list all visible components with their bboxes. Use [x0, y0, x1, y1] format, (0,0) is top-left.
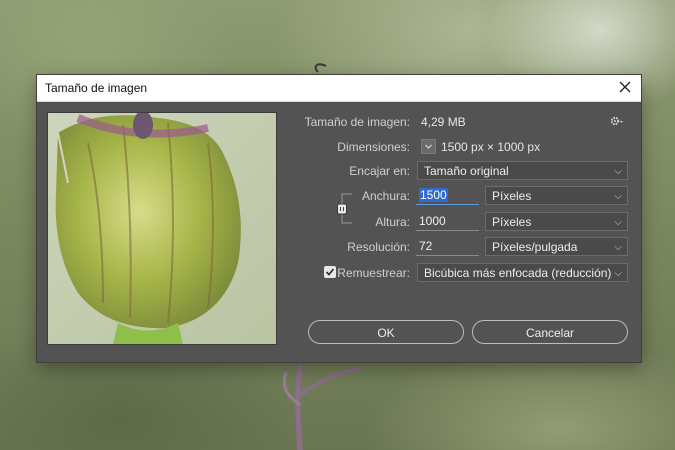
gear-icon[interactable] — [610, 115, 624, 127]
width-unit-select[interactable]: Píxeles ⌵ — [485, 186, 628, 205]
close-icon[interactable] — [617, 79, 633, 95]
chevron-down-icon: ⌵ — [614, 191, 622, 202]
image-size-label: Tamaño de imagen: — [304, 115, 410, 129]
dialog-titlebar: Tamaño de imagen — [37, 75, 641, 102]
height-input[interactable]: 1000 — [416, 212, 479, 231]
image-size-value: 4,29 MB — [421, 115, 466, 129]
height-unit-select[interactable]: Píxeles ⌵ — [485, 212, 628, 231]
resample-label: Remuestrear: — [337, 266, 410, 280]
resample-value: Bicúbica más enfocada (reducción) — [424, 266, 612, 280]
chevron-down-icon: ⌵ — [614, 166, 622, 177]
chain-link-icon[interactable] — [336, 192, 356, 226]
resolution-unit-value: Píxeles/pulgada — [492, 240, 578, 254]
flower-bud-image — [48, 113, 276, 344]
dialog-title: Tamaño de imagen — [45, 81, 148, 95]
width-unit-value: Píxeles — [492, 189, 532, 203]
resample-checkbox[interactable] — [324, 266, 336, 278]
resolution-value: 72 — [419, 239, 433, 253]
checkmark-icon — [325, 268, 335, 276]
dimensions-value: 1500 px × 1000 px — [441, 140, 541, 154]
height-unit-value: Píxeles — [492, 215, 532, 229]
width-label: Anchura: — [361, 189, 410, 203]
chevron-down-icon: ⌵ — [614, 217, 622, 228]
image-preview[interactable] — [47, 112, 277, 345]
fit-to-select[interactable]: Tamaño original ⌵ — [417, 161, 628, 180]
dimensions-label: Dimensiones: — [337, 140, 410, 154]
fit-to-label: Encajar en: — [349, 164, 410, 178]
width-input[interactable]: 1500 — [416, 186, 479, 205]
height-value: 1000 — [419, 214, 446, 228]
fit-to-value: Tamaño original — [424, 164, 509, 178]
resolution-input[interactable]: 72 — [416, 237, 479, 256]
chevron-down-icon — [425, 144, 432, 149]
image-size-dialog: Tamaño de imagen Tamaño de imagen: 4,29 … — [37, 75, 641, 362]
chevron-down-icon: ⌵ — [614, 268, 622, 279]
dimensions-dropdown[interactable] — [421, 139, 436, 154]
resample-select[interactable]: Bicúbica más enfocada (reducción) ⌵ — [417, 263, 628, 282]
height-label: Altura: — [375, 215, 410, 229]
ok-button[interactable]: OK — [308, 320, 464, 344]
chevron-down-icon: ⌵ — [614, 242, 622, 253]
resolution-label: Resolución: — [347, 240, 410, 254]
width-value: 1500 — [419, 188, 448, 202]
resolution-unit-select[interactable]: Píxeles/pulgada ⌵ — [485, 237, 628, 256]
cancel-button[interactable]: Cancelar — [472, 320, 628, 344]
